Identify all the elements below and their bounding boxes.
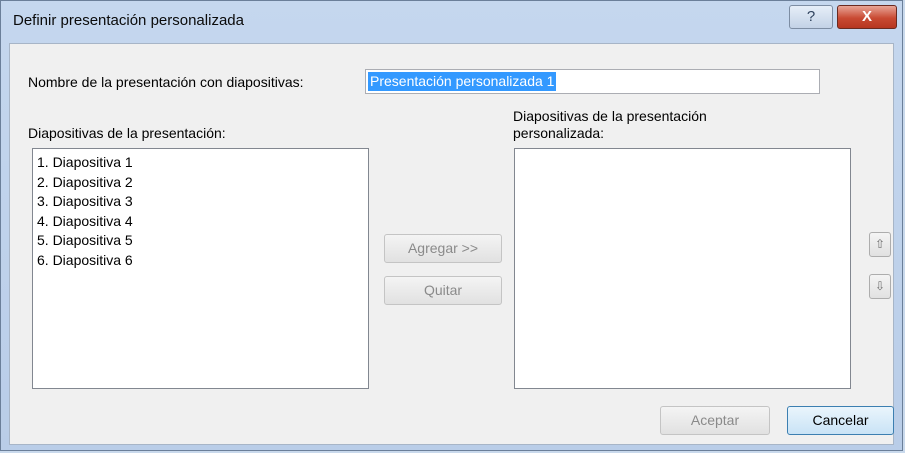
arrow-down-icon: ⇩: [874, 279, 886, 293]
cancel-button[interactable]: Cancelar: [787, 406, 894, 435]
custom-show-slides-list[interactable]: [514, 148, 851, 389]
list-item[interactable]: 6. Diapositiva 6: [33, 251, 368, 271]
list-item[interactable]: 4. Diapositiva 4: [33, 212, 368, 232]
ok-button[interactable]: Aceptar: [660, 406, 770, 435]
arrow-up-icon: ⇧: [874, 237, 886, 251]
list-item[interactable]: 2. Diapositiva 2: [33, 173, 368, 193]
custom-show-slides-label-line2: personalizada:: [513, 125, 605, 141]
list-item[interactable]: 1. Diapositiva 1: [33, 153, 368, 173]
list-item[interactable]: 3. Diapositiva 3: [33, 192, 368, 212]
custom-show-slides-label-line1: Diapositivas de la presentación: [513, 108, 707, 124]
help-button[interactable]: ?: [789, 5, 833, 29]
move-up-button[interactable]: ⇧: [869, 232, 891, 257]
presentation-slides-list[interactable]: 1. Diapositiva 1 2. Diapositiva 2 3. Dia…: [32, 148, 369, 389]
help-icon: ?: [806, 8, 816, 25]
add-button[interactable]: Agregar >>: [384, 234, 502, 263]
dialog-title: Definir presentación personalizada: [13, 12, 244, 29]
custom-show-slides-label: Diapositivas de la presentación personal…: [513, 108, 707, 142]
remove-button[interactable]: Quitar: [384, 276, 502, 305]
dialog-body: Nombre de la presentación con diapositiv…: [9, 43, 894, 445]
custom-show-dialog: Definir presentación personalizada ? X N…: [0, 0, 903, 451]
show-name-value: Presentación personalizada 1: [368, 72, 557, 91]
close-icon: X: [861, 8, 872, 25]
show-name-label: Nombre de la presentación con diapositiv…: [28, 74, 304, 90]
show-name-input[interactable]: Presentación personalizada 1: [365, 69, 820, 94]
presentation-slides-label: Diapositivas de la presentación:: [28, 125, 226, 141]
move-down-button[interactable]: ⇩: [869, 274, 891, 299]
title-bar[interactable]: Definir presentación personalizada ? X: [1, 1, 902, 43]
list-item[interactable]: 5. Diapositiva 5: [33, 231, 368, 251]
close-button[interactable]: X: [837, 5, 897, 29]
